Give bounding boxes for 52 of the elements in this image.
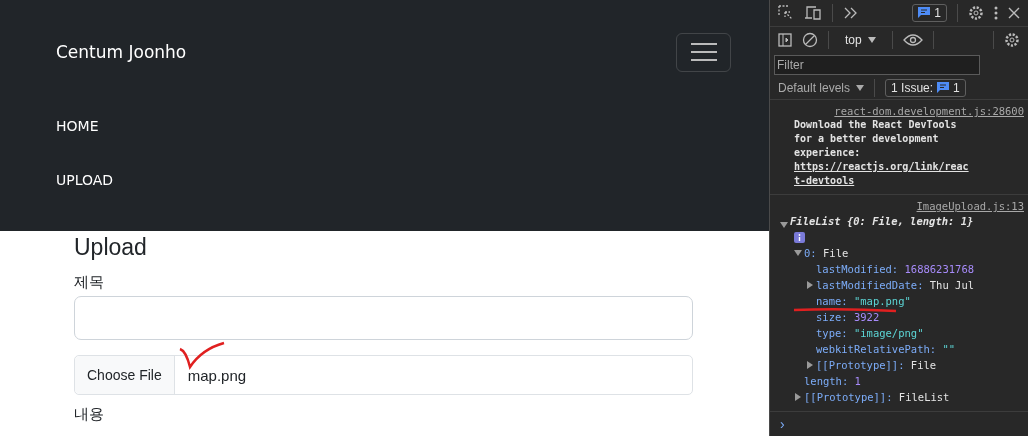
console-prompt[interactable]: › — [770, 412, 1028, 436]
device-icon[interactable] — [804, 5, 822, 21]
expanded-arrow-icon[interactable] — [780, 221, 788, 229]
issues-button[interactable]: 1 Issue: 1 — [885, 78, 966, 97]
choose-file-button[interactable]: Choose File — [75, 356, 175, 394]
close-icon[interactable] — [1008, 7, 1020, 19]
property-entry: [[Prototype]]: FileList — [804, 390, 950, 404]
property-entry: size: 3922 — [816, 310, 880, 324]
field-label: 제목 — [74, 273, 105, 292]
issues-badge[interactable]: 1 — [912, 4, 947, 22]
file-name: map.png — [187, 366, 247, 384]
property-entry: lastModified: 16886231768 — [816, 262, 975, 276]
property-entry: [[Prototype]]: File — [816, 358, 937, 372]
property-entry: name: "map.png" — [816, 294, 911, 308]
info-icon[interactable] — [794, 231, 805, 243]
settings-icon[interactable] — [1004, 31, 1020, 48]
page-heading: Upload — [74, 234, 148, 261]
object-summary: FileList {0: File, length: 1} — [790, 214, 974, 228]
settings-icon[interactable] — [968, 5, 984, 21]
console-message: Download the React DevTools for a better development experience: — [794, 118, 958, 160]
property-entry: length: 1 — [804, 374, 861, 388]
caret-icon — [856, 84, 865, 91]
property-entry: lastModifiedDate: Thu Jul — [816, 278, 975, 292]
property-entry: type: "image/png" — [816, 326, 924, 340]
eye-icon[interactable] — [902, 33, 923, 46]
collapsed-arrow-icon[interactable] — [806, 281, 814, 289]
brand-link[interactable]: Centum Joonho — [56, 42, 187, 62]
devtools-link[interactable]: https://reactjs.org/link/react-devtools — [794, 160, 974, 188]
expanded-arrow-icon[interactable] — [794, 249, 802, 257]
message-icon — [937, 82, 950, 94]
menu-toggle-button[interactable] — [676, 32, 731, 72]
field-label: 내용 — [74, 405, 105, 424]
clear-console-icon[interactable] — [802, 31, 818, 48]
collapsed-arrow-icon[interactable] — [794, 393, 802, 401]
source-link[interactable]: react-dom.development.js:28600 — [794, 104, 1024, 118]
check-mark-annotation — [178, 341, 226, 371]
caret-icon — [867, 36, 876, 43]
more-options-icon[interactable] — [994, 6, 998, 20]
file-input[interactable]: Choose File map.png — [74, 355, 693, 395]
title-input[interactable] — [74, 296, 693, 340]
sidebar-toggle-icon[interactable] — [778, 32, 792, 47]
property-entry: 0: File — [804, 246, 849, 260]
log-levels-dropdown[interactable]: Default levels — [778, 80, 865, 95]
collapsed-arrow-icon[interactable] — [806, 361, 814, 369]
source-link[interactable]: ImageUpload.js:13 — [794, 199, 1024, 213]
context-dropdown[interactable]: top — [839, 31, 882, 48]
menu-icon — [690, 42, 717, 62]
property-entry: webkitRelativePath: "" — [816, 342, 956, 356]
filter-input[interactable]: Filter — [774, 54, 980, 75]
more-tabs-icon[interactable] — [843, 7, 859, 19]
message-icon — [918, 7, 931, 19]
inspect-icon[interactable] — [778, 5, 794, 21]
